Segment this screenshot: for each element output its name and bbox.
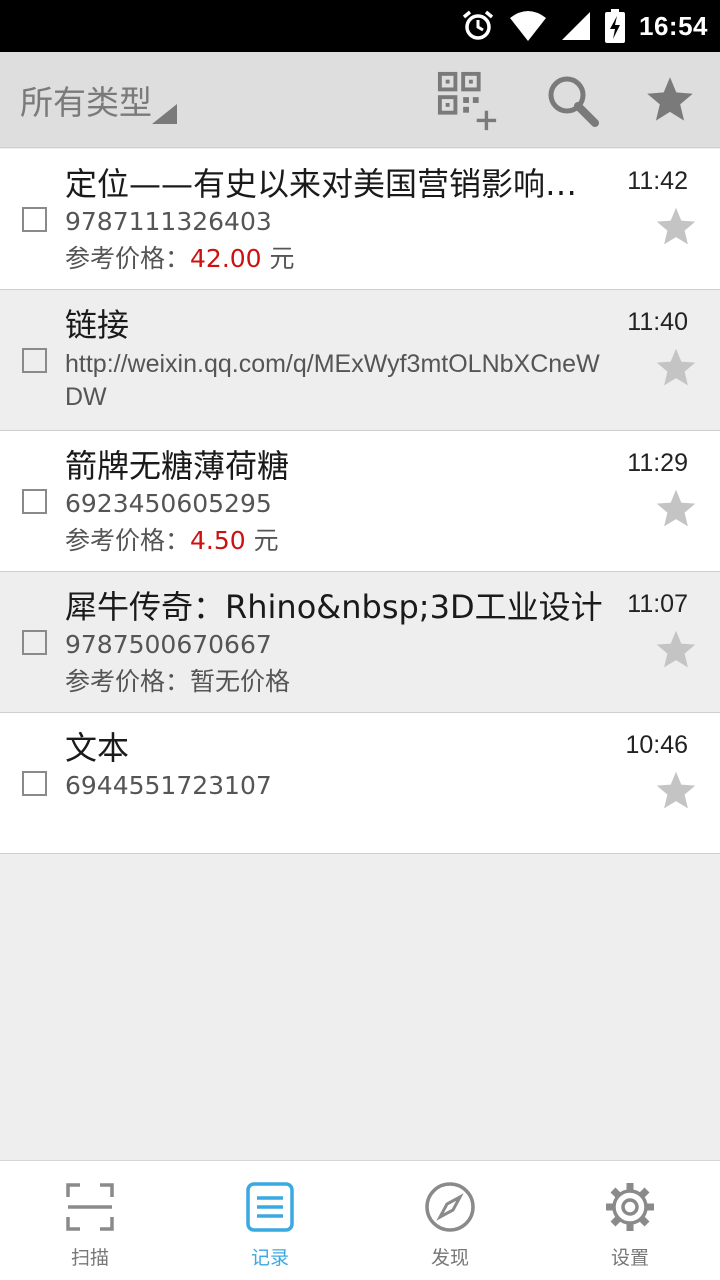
- record-row[interactable]: 犀牛传奇：Rhino&nbsp;3D工业设计 9787500670667 参考价…: [0, 572, 720, 713]
- record-price: 参考价格：42.00 元: [65, 239, 295, 275]
- favorites-button[interactable]: [638, 68, 702, 132]
- bottom-nav: 扫描 记录 发现 设置: [0, 1160, 720, 1280]
- record-title: 链接: [65, 306, 130, 344]
- record-row[interactable]: 文本 6944551723107 10:46: [0, 713, 720, 854]
- record-time: 10:46: [625, 731, 688, 759]
- record-time: 11:40: [627, 308, 688, 336]
- record-checkbox[interactable]: [22, 348, 47, 373]
- nav-records[interactable]: 记录: [180, 1161, 360, 1280]
- record-row[interactable]: 箭牌无糖薄荷糖 6923450605295 参考价格：4.50 元 11:29: [0, 431, 720, 572]
- star-icon[interactable]: [654, 205, 698, 249]
- status-time: 16:54: [639, 10, 708, 41]
- star-icon[interactable]: [654, 628, 698, 672]
- record-checkbox[interactable]: [22, 489, 47, 514]
- records-list: 定位——有史以来对美国营销影响最大的观念 9787111326403 参考价格：…: [0, 149, 720, 854]
- qr-add-icon: [437, 71, 497, 131]
- price-value: 4.50: [190, 526, 246, 555]
- star-icon[interactable]: [654, 346, 698, 390]
- record-code: 6944551723107: [65, 771, 272, 800]
- record-title: 文本: [65, 729, 130, 767]
- record-checkbox[interactable]: [22, 771, 47, 796]
- record-row[interactable]: 链接 http://weixin.qq.com/q/MExWyf3mtOLNbX…: [0, 290, 720, 431]
- price-label: 参考价格：: [65, 667, 191, 696]
- record-url: http://weixin.qq.com/q/MExWyf3mtOLNbXCne…: [65, 350, 600, 411]
- price-unit: 元: [253, 526, 279, 555]
- favorites-star-icon: [647, 77, 693, 121]
- nav-label-scan: 扫描: [70, 1247, 109, 1269]
- star-icon[interactable]: [654, 487, 698, 531]
- nav-label-settings: 设置: [610, 1247, 649, 1269]
- nav-discover[interactable]: 发现: [360, 1161, 540, 1280]
- record-time: 11:07: [627, 590, 688, 618]
- record-checkbox[interactable]: [22, 630, 47, 655]
- record-title: 箭牌无糖薄荷糖: [65, 447, 290, 485]
- nav-label-discover: 发现: [430, 1247, 469, 1269]
- scan-icon: [66, 1183, 114, 1231]
- price-value: 42.00: [190, 244, 262, 273]
- nav-scan[interactable]: 扫描: [0, 1161, 180, 1280]
- search-icon: [548, 76, 599, 127]
- star-icon[interactable]: [654, 769, 698, 813]
- record-code: 9787500670667: [65, 630, 272, 659]
- record-time: 11:29: [627, 449, 688, 477]
- record-checkbox[interactable]: [22, 207, 47, 232]
- records-list-icon: [246, 1182, 294, 1232]
- qr-add-button[interactable]: [436, 70, 500, 134]
- record-time: 11:42: [627, 167, 688, 195]
- alarm-icon: [462, 10, 494, 40]
- toolbar: 所有类型: [0, 52, 720, 148]
- wifi-icon: [510, 11, 546, 41]
- nav-label-records: 记录: [250, 1247, 289, 1269]
- type-filter-dropdown[interactable]: 所有类型: [20, 52, 152, 148]
- record-price: 参考价格：暂无价格: [65, 662, 290, 698]
- record-price: 参考价格：4.50 元: [65, 521, 279, 557]
- price-unit: 元: [269, 244, 295, 273]
- price-label: 参考价格：: [65, 526, 191, 555]
- record-title: 犀牛传奇：Rhino&nbsp;3D工业设计: [65, 588, 603, 626]
- signal-icon: [562, 12, 590, 40]
- record-title: 定位——有史以来对美国营销影响最大的观念: [65, 165, 605, 203]
- battery-charging-icon: [605, 9, 625, 43]
- record-code: 6923450605295: [65, 489, 272, 518]
- record-row[interactable]: 定位——有史以来对美国营销影响最大的观念 9787111326403 参考价格：…: [0, 149, 720, 290]
- compass-icon: [425, 1182, 475, 1232]
- nav-settings[interactable]: 设置: [540, 1161, 720, 1280]
- gear-icon: [606, 1183, 654, 1231]
- price-note: 暂无价格: [190, 667, 291, 696]
- type-filter-label: 所有类型: [20, 83, 152, 122]
- record-code: 9787111326403: [65, 207, 272, 236]
- dropdown-triangle-icon: [152, 104, 177, 124]
- price-label: 参考价格：: [65, 244, 191, 273]
- search-button[interactable]: [540, 68, 604, 132]
- status-bar: 16:54: [0, 0, 720, 52]
